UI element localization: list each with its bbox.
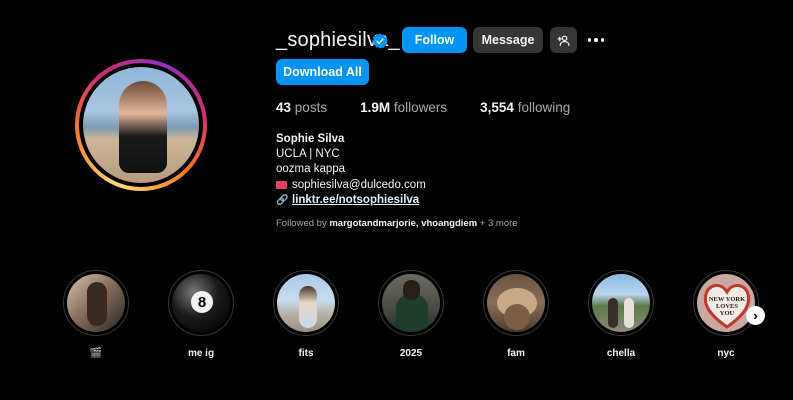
highlight-ring: NEW YORK LOVES YOU: [693, 270, 759, 336]
bio-link[interactable]: linktr.ee/notsophiesilva: [292, 193, 419, 208]
profile-stats: 43 posts 1.9M followers 3,554 following: [276, 100, 603, 115]
more-dot: [600, 38, 605, 42]
highlight-cover: [67, 274, 125, 332]
message-button[interactable]: Message: [473, 27, 543, 53]
svg-text:LOVES: LOVES: [716, 303, 738, 310]
avatar-figure: [119, 81, 167, 173]
download-all-button[interactable]: Download All: [276, 59, 369, 85]
highlight-cover: [277, 274, 335, 332]
highlight-cover: NEW YORK LOVES YOU: [697, 274, 755, 332]
bio-line-2: oozma kappa: [276, 163, 346, 176]
highlight-ring: [588, 270, 654, 336]
bio-email-row: sophiesilva@dulcedo.com: [276, 178, 426, 193]
followers-count: 1.9M: [360, 100, 391, 115]
more-dot: [594, 38, 598, 42]
followers-stat[interactable]: 1.9M followers: [360, 100, 447, 115]
highlight-item[interactable]: fits: [273, 270, 339, 359]
bio-line-1: UCLA | NYC: [276, 148, 340, 161]
followed-by-prefix: Followed by: [276, 218, 327, 229]
followed-by-more: + 3 more: [479, 218, 518, 229]
highlight-label: me ig: [187, 348, 215, 359]
highlight-label: fits: [298, 348, 314, 359]
highlight-cover: [382, 274, 440, 332]
followed-by[interactable]: Followed by margotandmarjorie, vhoangdie…: [276, 218, 518, 229]
love-letter-icon: [276, 181, 287, 190]
avatar-gap: [79, 63, 203, 187]
profile-full-name: Sophie Silva: [276, 133, 345, 145]
followers-label: followers: [393, 100, 448, 115]
highlight-item[interactable]: 2025: [378, 270, 444, 359]
more-dot: [587, 38, 592, 42]
bio-email: sophiesilva@dulcedo.com: [292, 178, 426, 191]
followed-by-names: margotandmarjorie, vhoangdiem: [329, 218, 478, 229]
highlight-label: 2025: [399, 348, 423, 359]
following-count: 3,554: [480, 100, 514, 115]
chevron-right-icon: ›: [753, 308, 758, 323]
following-label: following: [517, 100, 571, 115]
following-stat[interactable]: 3,554 following: [480, 100, 570, 115]
link-icon: 🔗: [276, 194, 289, 206]
more-options-icon[interactable]: [586, 32, 606, 48]
highlight-cover: 8: [172, 274, 230, 332]
heart-sticker-icon: NEW YORK LOVES YOU: [703, 284, 751, 329]
highlight-ring: [483, 270, 549, 336]
profile-avatar[interactable]: [75, 59, 207, 191]
highlight-cover: [487, 274, 545, 332]
posts-label: posts: [294, 100, 328, 115]
suggest-users-button[interactable]: [550, 27, 577, 53]
highlight-item[interactable]: 8 me ig: [168, 270, 234, 359]
add-user-icon: [557, 35, 570, 46]
eight-ball-icon: 8: [191, 291, 213, 313]
highlight-ring: 8: [168, 270, 234, 336]
highlight-item[interactable]: fam: [483, 270, 549, 359]
posts-count: 43: [276, 100, 292, 115]
bio-link-row: 🔗 linktr.ee/notsophiesilva: [276, 193, 426, 208]
verified-badge-icon: [372, 33, 388, 49]
highlight-label: chella: [606, 348, 636, 359]
profile-bio: Sophie Silva UCLA | NYC oozma kappa soph…: [276, 132, 426, 208]
posts-stat: 43 posts: [276, 100, 327, 115]
highlight-ring: [273, 270, 339, 336]
highlight-item[interactable]: chella: [588, 270, 654, 359]
highlight-ring: [63, 270, 129, 336]
svg-text:YOU: YOU: [720, 310, 735, 317]
highlight-label: fam: [507, 348, 525, 359]
highlights-next-button[interactable]: ›: [746, 306, 765, 325]
highlight-label: nyc: [717, 348, 735, 359]
svg-text:NEW YORK: NEW YORK: [709, 296, 745, 303]
highlight-item[interactable]: 🎬: [63, 270, 129, 359]
avatar-photo: [83, 67, 199, 183]
highlight-ring: [378, 270, 444, 336]
follow-button[interactable]: Follow: [402, 27, 467, 53]
highlight-label: 🎬: [89, 348, 103, 359]
highlight-cover: [592, 274, 650, 332]
